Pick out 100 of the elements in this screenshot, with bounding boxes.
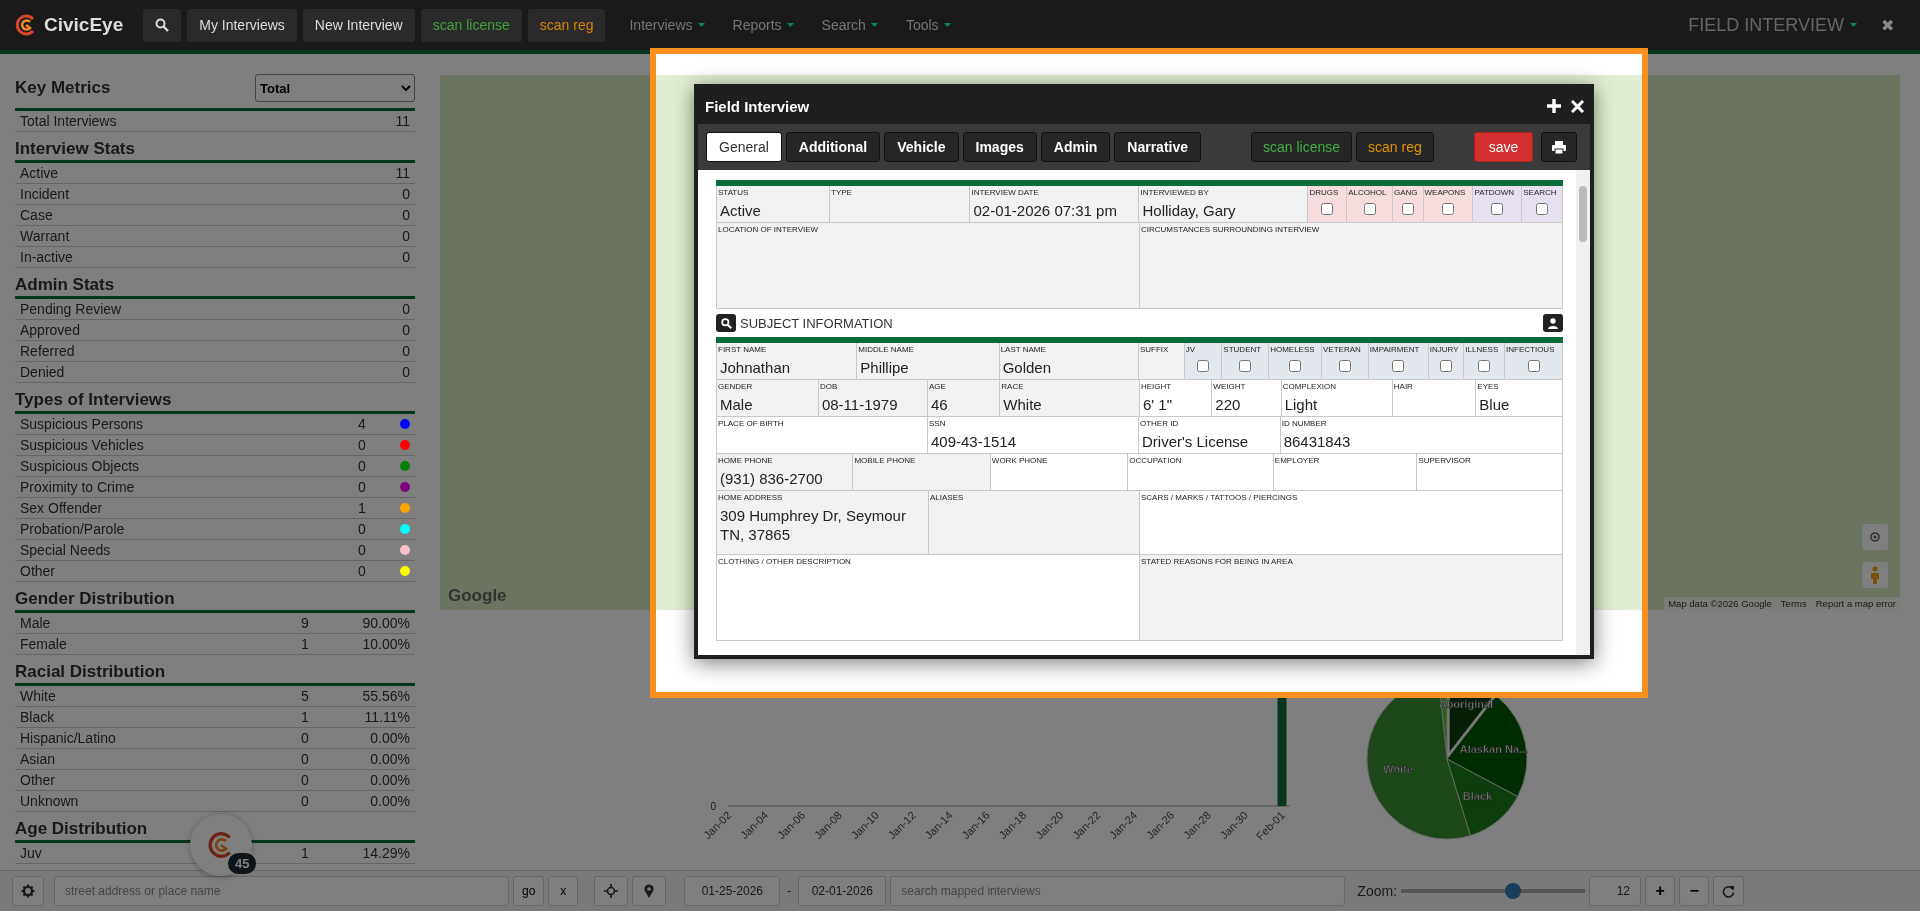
form-field[interactable]: LOCATION OF INTERVIEW (717, 223, 1140, 309)
tab[interactable]: Vehicle (884, 132, 959, 162)
form-field[interactable]: LAST NAME Golden (999, 343, 1139, 380)
scrollbar[interactable] (1576, 170, 1590, 655)
search-button[interactable] (143, 8, 182, 42)
form-field[interactable]: EMPLOYER (1273, 454, 1418, 491)
profile-button[interactable] (1543, 314, 1563, 332)
zoom-in-button[interactable]: + (1645, 876, 1676, 906)
locate-button[interactable] (1862, 524, 1888, 550)
nav-button[interactable]: New Interview (302, 8, 415, 42)
refresh-button[interactable] (1713, 876, 1745, 906)
plus-icon[interactable] (1547, 99, 1561, 113)
pin-button[interactable] (632, 876, 667, 906)
clear-button[interactable]: x (548, 876, 579, 906)
close-icon[interactable] (1571, 99, 1584, 113)
form-field[interactable]: STATUS Active (717, 186, 830, 223)
tab[interactable]: General (706, 132, 782, 162)
date-field[interactable]: 02-01-2026 (798, 876, 887, 906)
form-field[interactable]: CIRCUMSTANCES SURROUNDING INTERVIEW (1140, 223, 1563, 309)
section-title: SUBJECT INFORMATION (740, 315, 894, 331)
checkbox[interactable] (1527, 360, 1540, 372)
form-field[interactable]: ID NUMBER 86431843 (1280, 417, 1563, 454)
form-field[interactable]: INTERVIEW DATE 02-01-2026 07:31 pm (970, 186, 1140, 223)
go-button[interactable]: go (513, 876, 545, 906)
field-value: Phillipe (859, 358, 910, 377)
form-field[interactable]: MOBILE PHONE (853, 454, 991, 491)
checkbox[interactable] (1363, 203, 1376, 215)
print-button[interactable] (1541, 132, 1578, 162)
form-field[interactable]: INTERVIEWED BY Holliday, Gary (1139, 186, 1309, 223)
stat-label: Unknown (20, 792, 79, 811)
checkbox[interactable] (1239, 360, 1252, 372)
checkbox[interactable] (1478, 360, 1491, 372)
form-field[interactable]: MIDDLE NAME Phillipe (857, 343, 1000, 380)
form-field[interactable]: HEIGHT 6' 1" (1140, 380, 1213, 417)
stat-count: 0 (402, 185, 410, 204)
form-field[interactable]: GENDER Male (717, 380, 819, 417)
scan-button[interactable]: scan license (1251, 132, 1353, 162)
form-field[interactable]: COMPLEXION Light (1281, 380, 1393, 417)
form-field[interactable]: HAIR (1392, 380, 1477, 417)
stat-count: 0 (357, 478, 367, 497)
checkbox[interactable] (1441, 203, 1454, 215)
zoom-field[interactable]: 12 (1589, 876, 1642, 906)
form-field[interactable]: EYES Blue (1476, 380, 1563, 417)
close-button[interactable]: ✖ (1881, 15, 1894, 35)
scan-button[interactable]: scan reg (1356, 132, 1434, 162)
checkbox[interactable] (1289, 360, 1302, 372)
form-field[interactable]: TYPE (830, 186, 971, 223)
checkbox[interactable] (1536, 203, 1549, 215)
save-button[interactable]: save (1473, 132, 1534, 162)
form-field[interactable]: DOB 08-11-1979 (818, 380, 928, 417)
form-field[interactable]: SUFFIX (1138, 343, 1185, 380)
form-field[interactable]: SCARS / MARKS / TATTOOS / PIERCINGS (1140, 491, 1563, 555)
field-label: STUDENT (1222, 344, 1263, 355)
nav-menu[interactable]: Search (821, 17, 878, 33)
map-link[interactable]: Report a map error (1815, 598, 1896, 609)
field-label: ALIASES (929, 492, 965, 503)
form-field[interactable]: ALIASES (929, 491, 1140, 555)
checkbox[interactable] (1491, 203, 1504, 215)
address-field[interactable]: street address or place name (54, 876, 509, 906)
form-field[interactable]: SSN 409-43-1514 (928, 417, 1139, 454)
checkbox[interactable] (1401, 203, 1414, 215)
form-field[interactable]: OCCUPATION (1128, 454, 1274, 491)
nav-menu[interactable]: Reports (732, 17, 794, 33)
metric-select[interactable]: Total (255, 74, 415, 102)
tab[interactable]: Additional (785, 132, 881, 162)
form-field[interactable]: PLACE OF BIRTH (717, 417, 928, 454)
form-field[interactable]: HOME PHONE (931) 836-2700 (717, 454, 854, 491)
form-field[interactable]: FIRST NAME Johnathan (717, 343, 858, 380)
form-field[interactable]: SUPERVISOR (1417, 454, 1563, 491)
tab[interactable]: Images (962, 132, 1037, 162)
nav-menu[interactable]: Interviews (629, 17, 705, 33)
tab[interactable]: Admin (1040, 132, 1111, 162)
map-link[interactable]: Terms (1780, 598, 1807, 609)
form-field[interactable]: RACE White (1000, 380, 1140, 417)
search-field[interactable]: search mapped interviews (890, 876, 1346, 906)
nav-button[interactable]: My Interviews (187, 8, 297, 42)
checkbox[interactable] (1440, 360, 1453, 372)
tab[interactable]: Narrative (1114, 132, 1202, 162)
zoom-out-button[interactable]: − (1679, 876, 1710, 906)
checkbox[interactable] (1392, 360, 1405, 372)
slider-thumb[interactable] (1505, 883, 1522, 899)
form-field[interactable]: STATED REASONS FOR BEING IN AREA (1140, 555, 1563, 641)
checkbox[interactable] (1321, 203, 1334, 215)
date-field[interactable]: 01-25-2026 (684, 876, 781, 906)
form-field[interactable]: OTHER ID Driver's License (1138, 417, 1281, 454)
nav-button[interactable]: scan license (420, 8, 522, 42)
nav-menu[interactable]: Tools (905, 17, 951, 33)
search-button[interactable] (716, 314, 736, 332)
locate-button[interactable] (594, 876, 629, 906)
checkbox[interactable] (1197, 360, 1210, 372)
form-field[interactable]: WORK PHONE (990, 454, 1129, 491)
stat-percent: 10.00% (361, 635, 410, 654)
form-field[interactable]: AGE 46 (928, 380, 1001, 417)
settings-button[interactable] (12, 876, 44, 906)
stat-percent: 11.11% (363, 708, 410, 727)
form-field[interactable]: CLOTHING / OTHER DESCRIPTION (717, 555, 1140, 641)
form-field[interactable]: WEIGHT 220 (1212, 380, 1282, 417)
checkbox[interactable] (1338, 360, 1351, 372)
nav-button[interactable]: scan reg (527, 8, 606, 42)
form-field[interactable]: HOME ADDRESS 309 Humphrey Dr, Seymour TN, 37865 (717, 491, 929, 555)
